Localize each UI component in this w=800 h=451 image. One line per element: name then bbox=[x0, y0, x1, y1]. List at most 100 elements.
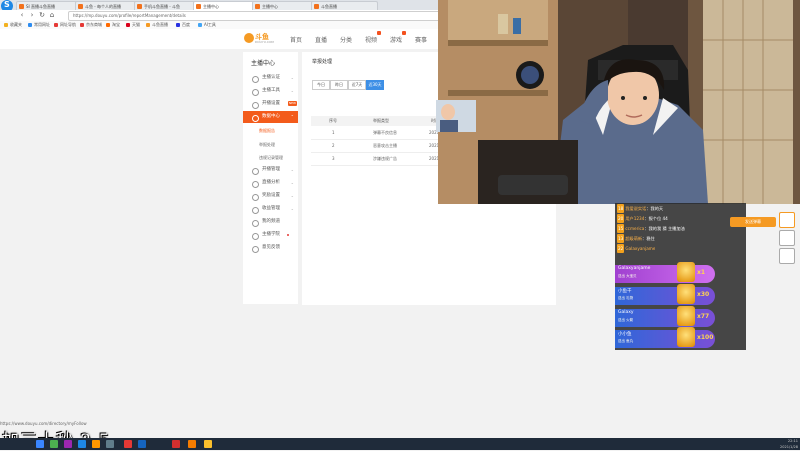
book-icon bbox=[252, 233, 259, 240]
chevron-down-icon: ⌄ bbox=[290, 75, 294, 80]
bookmark-icon bbox=[28, 23, 32, 27]
segment-yesterday[interactable]: 昨日 bbox=[330, 80, 348, 90]
home-icon[interactable] bbox=[779, 230, 795, 246]
bookmark-icon bbox=[198, 23, 202, 27]
taskbar: 22:11 2021/1/28 bbox=[0, 438, 800, 450]
gift-notification: Galaxyanjame 送出 大宝贝 x1 bbox=[615, 262, 715, 283]
nav-live[interactable]: 直播 bbox=[315, 35, 327, 44]
segment-7days[interactable]: 近7天 bbox=[348, 80, 366, 90]
bookmark-item[interactable]: 京东商城 bbox=[80, 22, 102, 28]
send-danmu-button[interactable]: 发送弹幕 bbox=[730, 217, 776, 227]
tab-label: 斗鱼 - 每个人的直播 bbox=[85, 4, 121, 9]
bookmark-icon bbox=[126, 23, 130, 27]
sidebar-item-stream-settings[interactable]: 开播设置 NEW bbox=[243, 98, 298, 110]
row-number: 3 bbox=[332, 156, 335, 161]
fish-icon[interactable] bbox=[779, 212, 795, 228]
home-icon[interactable]: ⌂ bbox=[48, 11, 56, 19]
column-header: 举报类型 bbox=[373, 118, 389, 123]
bookmark-item[interactable]: 百度 bbox=[176, 22, 190, 28]
sidebar-item-label: 奖励设置 bbox=[262, 193, 280, 198]
table-row[interactable]: 2 恶意攻击主播 2021 bbox=[311, 140, 441, 153]
sidebar-item-verify[interactable]: 主播认证 ⌄ bbox=[243, 72, 298, 84]
chevron-down-icon: ⌄ bbox=[290, 193, 294, 198]
chevron-down-icon: ⌄ bbox=[290, 206, 294, 211]
segment-30days[interactable]: 近30天 bbox=[366, 80, 384, 90]
app-icon[interactable] bbox=[106, 440, 114, 448]
nav-home[interactable]: 首页 bbox=[290, 35, 302, 44]
forward-icon[interactable]: › bbox=[28, 11, 36, 19]
chat-username: 用户1234 bbox=[625, 216, 645, 221]
sidebar-item-academy[interactable]: 主播学院 bbox=[243, 229, 298, 241]
user-icon bbox=[252, 76, 259, 83]
segment-today[interactable]: 今日 bbox=[312, 80, 330, 90]
sidebar-subitem-complaints[interactable]: 举报处理 bbox=[259, 142, 275, 148]
gift-desc: 送出 鱼丸 bbox=[618, 339, 634, 343]
nav-game[interactable]: 游戏 bbox=[390, 35, 402, 44]
gift-icon bbox=[677, 262, 695, 282]
sidebar-item-label: 主播认证 bbox=[262, 75, 280, 80]
sidebar-item-feedback[interactable]: 意见反馈 bbox=[243, 242, 298, 254]
sidebar-item-data-center[interactable]: 数据中心 ⌃ bbox=[243, 111, 298, 123]
chat-text: 报个位 44 bbox=[648, 216, 668, 221]
refresh-icon[interactable]: ↻ bbox=[38, 11, 46, 19]
tab-label: 斗鱼直播 bbox=[321, 4, 337, 9]
back-icon[interactable]: ‹ bbox=[18, 11, 26, 19]
tab-label: 主播中心 bbox=[203, 4, 219, 9]
sidebar-item-stream-manage[interactable]: 开播管理 ⌄ bbox=[243, 164, 298, 176]
row-type: 恶意攻击主播 bbox=[373, 143, 397, 148]
camera-icon bbox=[252, 102, 259, 109]
share-icon[interactable] bbox=[779, 248, 795, 264]
chat-message: 13 超级萌新：稳住 bbox=[617, 234, 655, 243]
bookmark-item[interactable]: AI工具 bbox=[198, 22, 216, 28]
sidebar-item-label: 直播分析 bbox=[262, 180, 280, 185]
row-number: 1 bbox=[332, 130, 335, 135]
system-tray[interactable]: 22:11 2021/1/28 bbox=[780, 438, 798, 450]
table-row[interactable]: 1 弹幕不良信息 2021 bbox=[311, 127, 441, 140]
nav-esports[interactable]: 赛事 bbox=[415, 35, 427, 44]
user-level-badge: 22 bbox=[617, 244, 625, 253]
app-icon[interactable] bbox=[50, 440, 58, 448]
chat-message: 18 我爱说实话：我的天 bbox=[617, 204, 664, 213]
bookmark-item[interactable]: 淘宝 bbox=[106, 22, 120, 28]
sidebar-title: 主播中心 bbox=[251, 60, 276, 67]
sidebar-subitem-violations[interactable]: 违规记录管理 bbox=[259, 155, 283, 161]
sidebar-item-income[interactable]: 收益管理 ⌄ bbox=[243, 203, 298, 215]
bookmark-label: 收藏夹 bbox=[10, 22, 22, 27]
chat-username: 超级萌新 bbox=[625, 236, 643, 241]
table-row[interactable]: 3 涉嫌违规广告 2021 bbox=[311, 153, 441, 166]
sidebar-item-rewards[interactable]: 奖励设置 ⌄ bbox=[243, 190, 298, 202]
sidebar-item-label: 主播学院 bbox=[262, 232, 280, 237]
tab-label: 手机斗鱼直播 - 斗鱼 bbox=[144, 4, 180, 9]
bookmark-item[interactable]: 斗鱼直播 bbox=[146, 22, 168, 28]
app-icon[interactable] bbox=[78, 440, 86, 448]
webcam-overlay bbox=[438, 0, 800, 204]
app-icon[interactable] bbox=[204, 440, 212, 448]
app-icon[interactable] bbox=[124, 440, 132, 448]
nav-badge bbox=[377, 31, 381, 35]
sidebar-item-channel[interactable]: 我的频道 bbox=[243, 216, 298, 228]
bookmark-item[interactable]: 天猫 bbox=[126, 22, 140, 28]
bookmark-item[interactable]: 收藏夹 bbox=[4, 22, 22, 28]
douyu-logo[interactable]: 斗鱼 DOUYU.COM bbox=[244, 32, 274, 45]
sidebar-item-label: 收益管理 bbox=[262, 206, 280, 211]
chat-text: 稳住 bbox=[646, 236, 655, 241]
nav-video[interactable]: 视频 bbox=[365, 35, 377, 44]
bookmark-item[interactable]: 常用网址 bbox=[28, 22, 50, 28]
logo-subtext: DOUYU.COM bbox=[255, 40, 274, 44]
gift-sender: 小小鱼 bbox=[618, 332, 632, 337]
app-icon[interactable] bbox=[64, 440, 72, 448]
sidebar-item-analysis[interactable]: 直播分析 ⌄ bbox=[243, 177, 298, 189]
sidebar-subitem-report[interactable]: 数据报告 bbox=[259, 128, 275, 134]
app-icon[interactable] bbox=[172, 440, 180, 448]
app-icon[interactable] bbox=[92, 440, 100, 448]
app-icon[interactable] bbox=[138, 440, 146, 448]
tool-icon bbox=[252, 89, 259, 96]
sidebar-item-tools[interactable]: 主播工具 ⌄ bbox=[243, 85, 298, 97]
gift-sender: 小鱼干 bbox=[618, 289, 632, 294]
bookmark-icon bbox=[176, 23, 180, 27]
app-icon[interactable] bbox=[188, 440, 196, 448]
start-icon[interactable] bbox=[36, 440, 44, 448]
url-input[interactable]: https://mp.douyu.com/profile/reportManag… bbox=[68, 11, 444, 21]
nav-category[interactable]: 分类 bbox=[340, 35, 352, 44]
bookmark-item[interactable]: 网址导航 bbox=[54, 22, 76, 28]
